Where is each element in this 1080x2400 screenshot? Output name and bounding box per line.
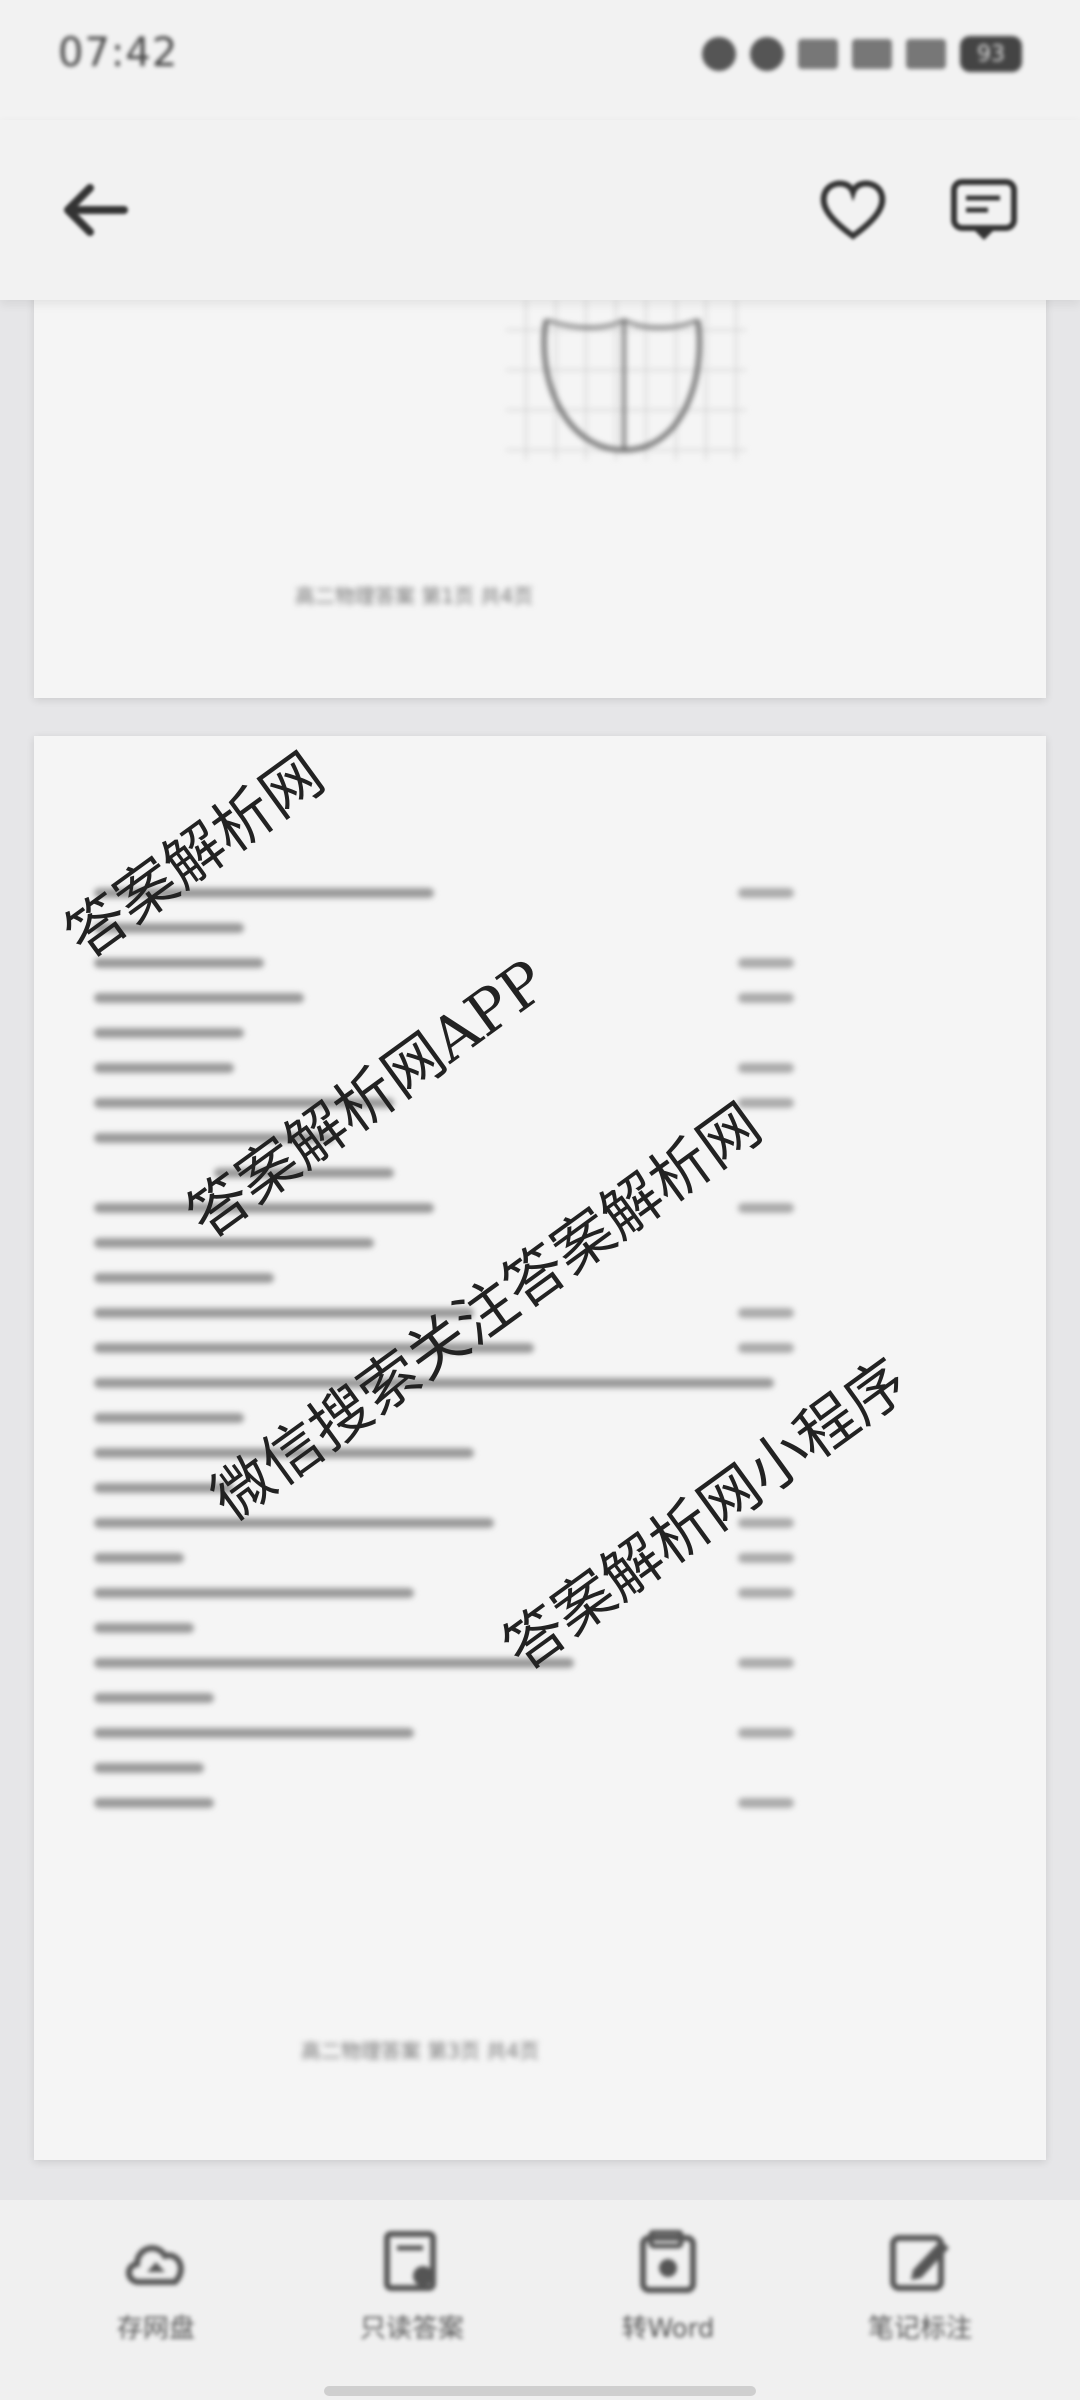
text-line xyxy=(94,1051,794,1086)
signal-icon xyxy=(798,39,838,69)
answer-text-block xyxy=(94,876,794,1821)
text-line xyxy=(94,1541,794,1576)
text-line xyxy=(94,1331,794,1366)
document-page: 高二物理答案 第3页 共4页 xyxy=(34,736,1046,2160)
bottom-action-bar: 存网盘 只读答案 转Word 笔记标注 xyxy=(0,2200,1080,2400)
app-top-bar xyxy=(0,120,1080,300)
heart-icon[interactable] xyxy=(818,178,888,242)
status-icons: 93 xyxy=(702,36,1022,72)
text-line xyxy=(94,1471,794,1506)
text-line xyxy=(94,946,794,981)
home-indicator[interactable] xyxy=(324,2386,756,2396)
text-line xyxy=(94,1716,794,1751)
cloud-save-icon xyxy=(126,2245,184,2285)
text-line xyxy=(94,1366,794,1401)
text-line xyxy=(94,1751,794,1786)
document-viewer[interactable]: 高二物理答案 第1页 共4页 高二物理答案 第3页 共4页 xyxy=(0,300,1080,2200)
wifi-icon xyxy=(906,39,946,69)
text-line xyxy=(94,981,794,1016)
convert-to-word-button[interactable]: 转Word xyxy=(578,2229,758,2360)
text-line xyxy=(94,876,794,911)
text-line xyxy=(94,1436,794,1471)
text-line xyxy=(94,1296,794,1331)
nfc-icon xyxy=(702,37,736,71)
save-to-cloud-button[interactable]: 存网盘 xyxy=(66,2230,246,2360)
convert-to-word-label: 转Word xyxy=(621,2314,715,2344)
text-line xyxy=(94,1191,794,1226)
save-to-cloud-label: 存网盘 xyxy=(116,2314,195,2344)
read-only-answer-button[interactable]: 只读答案 xyxy=(322,2230,502,2360)
battery-indicator: 93 xyxy=(960,36,1022,72)
edit-note-icon xyxy=(890,2235,949,2291)
text-line xyxy=(94,1646,794,1681)
text-line xyxy=(94,1156,794,1191)
document-icon xyxy=(384,2231,436,2291)
text-line xyxy=(94,1261,794,1296)
text-line xyxy=(94,1226,794,1261)
convert-icon xyxy=(640,2229,696,2293)
text-line xyxy=(94,1576,794,1611)
text-line xyxy=(94,1611,794,1646)
text-line xyxy=(94,1681,794,1716)
text-line xyxy=(94,911,794,946)
status-time: 07:42 xyxy=(58,30,179,76)
vibrate-icon xyxy=(750,37,784,71)
text-line xyxy=(94,1121,794,1156)
page-footer: 高二物理答案 第3页 共4页 xyxy=(300,2039,540,2063)
text-line xyxy=(94,1786,794,1821)
comment-icon[interactable] xyxy=(948,176,1020,246)
text-line xyxy=(94,1086,794,1121)
arrow-left-icon[interactable] xyxy=(60,180,130,240)
text-line xyxy=(94,1401,794,1436)
figure-diagram xyxy=(506,300,746,460)
signal-icon xyxy=(852,39,892,69)
read-only-answer-label: 只读答案 xyxy=(359,2314,464,2344)
note-annotation-label: 笔记标注 xyxy=(867,2314,972,2344)
note-annotation-button[interactable]: 笔记标注 xyxy=(830,2230,1010,2360)
text-line xyxy=(94,1506,794,1541)
page-footer: 高二物理答案 第1页 共4页 xyxy=(294,584,534,608)
status-bar: 07:42 93 xyxy=(0,0,1080,120)
document-page: 高二物理答案 第1页 共4页 xyxy=(34,300,1046,698)
text-line xyxy=(94,1016,794,1051)
